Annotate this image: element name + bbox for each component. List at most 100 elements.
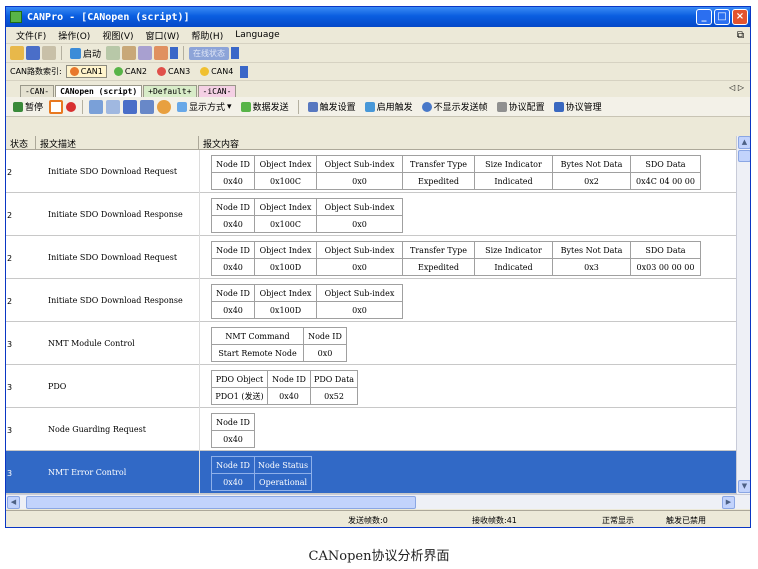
field-value: 0x40: [211, 430, 255, 448]
minimize-button[interactable]: _: [696, 9, 712, 25]
tab-ican[interactable]: -iCAN-: [197, 85, 237, 97]
tab-default[interactable]: +Default+: [143, 85, 197, 97]
channel-can2[interactable]: CAN2: [111, 66, 150, 77]
trigger-status: 触发已禁用: [666, 516, 706, 525]
tab-can[interactable]: -CAN-: [20, 85, 55, 97]
stop-record-icon[interactable]: [66, 101, 77, 112]
field-header: Object Index: [254, 284, 317, 302]
table-row[interactable]: 2 Initiate SDO Download Request Node ID Obj…: [6, 236, 736, 279]
menu-window[interactable]: 窗口(W): [140, 29, 186, 42]
field-value: Indicated: [474, 172, 553, 190]
menu-file[interactable]: 文件(F): [10, 29, 52, 42]
send-data-button[interactable]: 数据发送: [238, 100, 292, 113]
vertical-scrollbar[interactable]: ▲ ▼: [736, 136, 750, 494]
trigger-settings-button[interactable]: 触发设置: [305, 100, 359, 113]
vertical-scroll-thumb[interactable]: [738, 150, 750, 162]
table-row[interactable]: 3 NMT Module Control NMT Command Node ID Sta…: [6, 322, 736, 365]
tab-canopen-script[interactable]: CANopen (script): [55, 85, 143, 97]
scroll-up-icon[interactable]: ▲: [738, 136, 750, 149]
field-value: 0x4C 04 00 00: [630, 172, 701, 190]
field-header: NMT Command: [211, 327, 304, 345]
clear-icon[interactable]: [122, 46, 137, 60]
table-row[interactable]: 2 Initiate SDO Download Request Node ID Obj…: [6, 150, 736, 193]
protocol-toolbar: 暂停 显示方式 ▾ 数据发送 触发设置 启用触发 不显示发送帧 协议配置 协议管…: [6, 97, 750, 117]
online-status-button[interactable]: 在线状态: [189, 46, 230, 60]
open-folder-icon[interactable]: [10, 46, 24, 60]
scroll-down-icon[interactable]: ▼: [738, 480, 750, 493]
close-button[interactable]: ×: [732, 9, 748, 25]
hide-sent-button[interactable]: 不显示发送帧: [419, 100, 491, 113]
field-value: 0x0: [316, 258, 403, 276]
table-row[interactable]: 2 Initiate SDO Download Response Node ID Ob…: [6, 279, 736, 322]
row-state: 3: [7, 469, 13, 478]
menu-help[interactable]: 帮助(H): [185, 29, 229, 42]
maximize-button[interactable]: □: [714, 9, 730, 25]
field-header: Node ID: [211, 198, 255, 216]
paste-icon[interactable]: [106, 99, 121, 114]
edit-icon[interactable]: [42, 46, 56, 60]
enable-trigger-label: 启用触发: [376, 103, 413, 113]
horizontal-scrollbar[interactable]: ◀ ▶: [6, 494, 750, 509]
toolbar-dropdown-icon-2[interactable]: [231, 47, 240, 59]
display-mode-button[interactable]: 显示方式 ▾: [174, 100, 235, 113]
export-icon[interactable]: [140, 99, 155, 114]
save-log-icon[interactable]: [123, 99, 138, 114]
parsed-fields-table: Node ID 0x40: [211, 413, 255, 448]
toolbar-dropdown-icon[interactable]: [170, 47, 179, 59]
status-bar: 发送帧数:0 接收帧数:41 正常显示 触发已禁用: [6, 510, 750, 527]
title-bar[interactable]: CANPro - [CANopen (script)] _ □ ×: [6, 7, 750, 27]
filter-icon[interactable]: [138, 46, 153, 60]
field-value: 0x100D: [254, 258, 317, 276]
channel-can1[interactable]: CAN1: [65, 65, 107, 78]
channel-can3[interactable]: CAN3: [154, 66, 193, 77]
copy-icon[interactable]: [89, 99, 104, 114]
row-description: NMT Module Control: [48, 338, 135, 348]
header-description[interactable]: 报文描述: [36, 136, 199, 150]
row-state: 3: [7, 383, 13, 392]
mdi-restore-icon[interactable]: ⧉: [737, 30, 750, 41]
channel-index-label: CAN路数索引:: [10, 67, 62, 76]
menu-view[interactable]: 视图(V): [96, 29, 139, 42]
app-window: CANPro - [CANopen (script)] _ □ × 文件(F) …: [5, 6, 751, 528]
field-header: Node ID: [211, 456, 255, 474]
header-state[interactable]: 状态: [6, 136, 36, 150]
header-content[interactable]: 报文内容: [199, 136, 736, 150]
protocol-manage-icon: [553, 101, 564, 112]
channel-name: CAN1: [80, 67, 103, 76]
row-state: 3: [7, 340, 13, 349]
chevron-down-icon: ▾: [227, 101, 232, 112]
enable-trigger-button[interactable]: 启用触发: [362, 100, 416, 113]
start-button[interactable]: 启动: [67, 47, 104, 60]
save-icon[interactable]: [26, 46, 40, 60]
menu-operate[interactable]: 操作(O): [52, 29, 96, 42]
sent-frame-count: 发送帧数:0: [348, 516, 388, 525]
field-header: Object Index: [254, 155, 317, 173]
column-divider: [199, 279, 200, 322]
clear-log-icon[interactable]: [157, 99, 172, 114]
tab-scroll-arrows-icon[interactable]: ◁ ▷: [729, 83, 744, 92]
record-icon[interactable]: [49, 99, 64, 114]
figure-caption: CANopen协议分析界面: [308, 549, 450, 564]
protocol-manage-button[interactable]: 协议管理: [551, 100, 605, 113]
field-value: Start Remote Node: [211, 344, 304, 362]
stop-icon[interactable]: [106, 46, 121, 60]
channel-dot-icon: [200, 67, 210, 76]
field-header: SDO Data: [630, 241, 701, 259]
scroll-left-icon[interactable]: ◀: [7, 496, 20, 509]
channel-can4[interactable]: CAN4: [197, 66, 236, 77]
table-row[interactable]: 3 NMT Error Control Node ID Node Status 0x40…: [6, 451, 736, 494]
field-value: 0x40: [211, 172, 255, 190]
row-state: 2: [7, 211, 13, 220]
table-row[interactable]: 3 PDO PDO Object Node ID PDO Data PDO1 (发送) 0x…: [6, 365, 736, 408]
menu-language[interactable]: Language: [229, 30, 285, 40]
protocol-config-button[interactable]: 协议配置: [494, 100, 548, 113]
config-icon[interactable]: [154, 46, 169, 60]
trigger-settings-label: 触发设置: [319, 103, 356, 113]
scroll-right-icon[interactable]: ▶: [722, 496, 735, 509]
parsed-fields-table: Node ID Object Index Object Sub-index 0x40 0…: [211, 198, 403, 233]
pause-button[interactable]: 暂停: [10, 100, 46, 113]
channel-dropdown-icon[interactable]: [240, 65, 249, 78]
table-row[interactable]: 2 Initiate SDO Download Response Node ID Ob…: [6, 193, 736, 236]
table-row[interactable]: 3 Node Guarding Request Node ID 0x40: [6, 408, 736, 451]
horizontal-scroll-thumb[interactable]: [26, 496, 416, 509]
